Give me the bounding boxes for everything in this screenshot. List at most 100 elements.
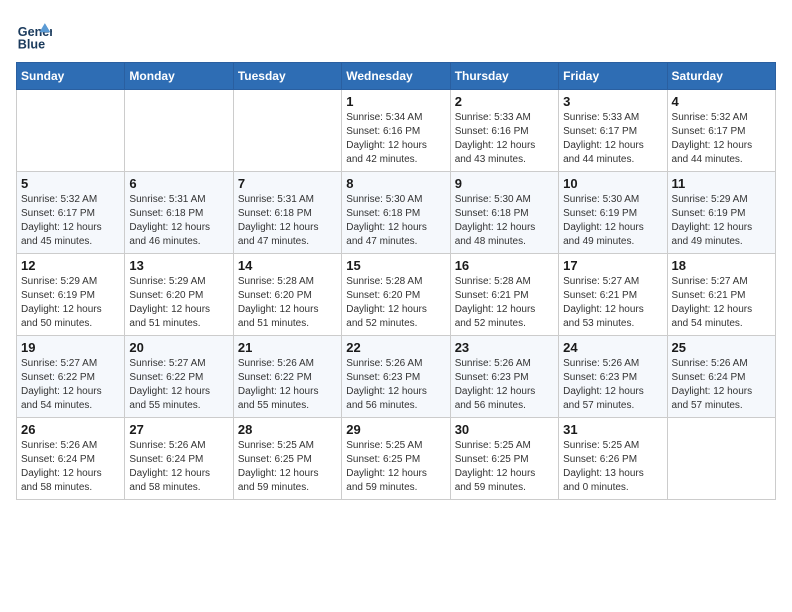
calendar-cell: 10 Sunrise: 5:30 AM Sunset: 6:19 PM Dayli…: [559, 172, 667, 254]
day-number: 30: [455, 422, 554, 437]
day-number: 29: [346, 422, 445, 437]
day-number: 22: [346, 340, 445, 355]
day-number: 6: [129, 176, 228, 191]
calendar-cell: 5 Sunrise: 5:32 AM Sunset: 6:17 PM Daylig…: [17, 172, 125, 254]
calendar-cell: 19Sunrise: 5:27 AM Sunset: 6:22 PM Dayli…: [17, 336, 125, 418]
weekday-header-tuesday: Tuesday: [233, 63, 341, 90]
calendar-cell: 30 Sunrise: 5:25 AM Sunset: 6:25 PM Dayli…: [450, 418, 558, 500]
calendar-cell: 18Sunrise: 5:27 AM Sunset: 6:21 PM Dayli…: [667, 254, 775, 336]
day-info: Sunrise: 5:26 AM Sunset: 6:24 PM Dayligh…: [21, 439, 120, 495]
calendar-cell: 24Sunrise: 5:26 AM Sunset: 6:23 PM Dayli…: [559, 336, 667, 418]
weekday-header-sunday: Sunday: [17, 63, 125, 90]
day-number: 10: [563, 176, 662, 191]
day-info: Sunrise: 5:34 AM Sunset: 6:16 PM Dayligh…: [346, 111, 445, 167]
calendar-cell: 8Sunrise: 5:30 AM Sunset: 6:18 PM Daylig…: [342, 172, 450, 254]
calendar-cell: 31 Sunrise: 5:25 AM Sunset: 6:26 PM Dayli…: [559, 418, 667, 500]
calendar-cell: 21 Sunrise: 5:26 AM Sunset: 6:22 PM Dayli…: [233, 336, 341, 418]
day-number: 31: [563, 422, 662, 437]
calendar-cell: 15 Sunrise: 5:28 AM Sunset: 6:20 PM Dayli…: [342, 254, 450, 336]
calendar-week-4: 19Sunrise: 5:27 AM Sunset: 6:22 PM Dayli…: [17, 336, 776, 418]
day-number: 14: [238, 258, 337, 273]
calendar-cell: 16 Sunrise: 5:28 AM Sunset: 6:21 PM Dayli…: [450, 254, 558, 336]
day-number: 26: [21, 422, 120, 437]
calendar-cell: [17, 90, 125, 172]
day-info: Sunrise: 5:27 AM Sunset: 6:21 PM Dayligh…: [563, 275, 662, 331]
day-number: 27: [129, 422, 228, 437]
day-number: 4: [672, 94, 771, 109]
calendar-cell: 9Sunrise: 5:30 AM Sunset: 6:18 PM Daylig…: [450, 172, 558, 254]
day-number: 7: [238, 176, 337, 191]
day-info: Sunrise: 5:31 AM Sunset: 6:18 PM Dayligh…: [129, 193, 228, 249]
calendar-cell: 1 Sunrise: 5:34 AM Sunset: 6:16 PM Daylig…: [342, 90, 450, 172]
logo-icon: General Blue: [16, 16, 52, 52]
calendar-cell: 28 Sunrise: 5:25 AM Sunset: 6:25 PM Dayli…: [233, 418, 341, 500]
weekday-header-row: SundayMondayTuesdayWednesdayThursdayFrid…: [17, 63, 776, 90]
day-info: Sunrise: 5:25 AM Sunset: 6:25 PM Dayligh…: [455, 439, 554, 495]
calendar-cell: 20 Sunrise: 5:27 AM Sunset: 6:22 PM Dayli…: [125, 336, 233, 418]
weekday-header-monday: Monday: [125, 63, 233, 90]
day-number: 23: [455, 340, 554, 355]
day-info: Sunrise: 5:27 AM Sunset: 6:21 PM Dayligh…: [672, 275, 771, 331]
day-number: 13: [129, 258, 228, 273]
day-info: Sunrise: 5:25 AM Sunset: 6:25 PM Dayligh…: [238, 439, 337, 495]
day-number: 24: [563, 340, 662, 355]
day-info: Sunrise: 5:33 AM Sunset: 6:16 PM Dayligh…: [455, 111, 554, 167]
day-info: Sunrise: 5:33 AM Sunset: 6:17 PM Dayligh…: [563, 111, 662, 167]
calendar-table: SundayMondayTuesdayWednesdayThursdayFrid…: [16, 62, 776, 500]
day-info: Sunrise: 5:26 AM Sunset: 6:23 PM Dayligh…: [346, 357, 445, 413]
day-info: Sunrise: 5:29 AM Sunset: 6:20 PM Dayligh…: [129, 275, 228, 331]
day-info: Sunrise: 5:26 AM Sunset: 6:24 PM Dayligh…: [672, 357, 771, 413]
day-number: 25: [672, 340, 771, 355]
calendar-cell: 3 Sunrise: 5:33 AM Sunset: 6:17 PM Daylig…: [559, 90, 667, 172]
day-number: 5: [21, 176, 120, 191]
day-number: 28: [238, 422, 337, 437]
day-info: Sunrise: 5:27 AM Sunset: 6:22 PM Dayligh…: [21, 357, 120, 413]
day-number: 3: [563, 94, 662, 109]
day-info: Sunrise: 5:29 AM Sunset: 6:19 PM Dayligh…: [672, 193, 771, 249]
day-number: 12: [21, 258, 120, 273]
day-info: Sunrise: 5:30 AM Sunset: 6:18 PM Dayligh…: [455, 193, 554, 249]
day-number: 2: [455, 94, 554, 109]
day-info: Sunrise: 5:28 AM Sunset: 6:20 PM Dayligh…: [346, 275, 445, 331]
calendar-cell: [667, 418, 775, 500]
calendar-cell: 12 Sunrise: 5:29 AM Sunset: 6:19 PM Dayli…: [17, 254, 125, 336]
calendar-week-3: 12 Sunrise: 5:29 AM Sunset: 6:19 PM Dayli…: [17, 254, 776, 336]
day-info: Sunrise: 5:26 AM Sunset: 6:22 PM Dayligh…: [238, 357, 337, 413]
day-info: Sunrise: 5:28 AM Sunset: 6:20 PM Dayligh…: [238, 275, 337, 331]
day-number: 15: [346, 258, 445, 273]
calendar-cell: [233, 90, 341, 172]
day-info: Sunrise: 5:29 AM Sunset: 6:19 PM Dayligh…: [21, 275, 120, 331]
day-info: Sunrise: 5:32 AM Sunset: 6:17 PM Dayligh…: [21, 193, 120, 249]
calendar-cell: 13 Sunrise: 5:29 AM Sunset: 6:20 PM Dayli…: [125, 254, 233, 336]
day-info: Sunrise: 5:25 AM Sunset: 6:26 PM Dayligh…: [563, 439, 662, 495]
day-number: 8: [346, 176, 445, 191]
calendar-cell: 2 Sunrise: 5:33 AM Sunset: 6:16 PM Daylig…: [450, 90, 558, 172]
weekday-header-thursday: Thursday: [450, 63, 558, 90]
day-number: 1: [346, 94, 445, 109]
calendar-cell: 25 Sunrise: 5:26 AM Sunset: 6:24 PM Dayli…: [667, 336, 775, 418]
weekday-header-friday: Friday: [559, 63, 667, 90]
day-number: 20: [129, 340, 228, 355]
day-number: 21: [238, 340, 337, 355]
day-info: Sunrise: 5:30 AM Sunset: 6:19 PM Dayligh…: [563, 193, 662, 249]
weekday-header-saturday: Saturday: [667, 63, 775, 90]
day-info: Sunrise: 5:32 AM Sunset: 6:17 PM Dayligh…: [672, 111, 771, 167]
calendar-cell: [125, 90, 233, 172]
weekday-header-wednesday: Wednesday: [342, 63, 450, 90]
day-number: 11: [672, 176, 771, 191]
logo: General Blue: [16, 16, 52, 52]
calendar-cell: 26 Sunrise: 5:26 AM Sunset: 6:24 PM Dayli…: [17, 418, 125, 500]
calendar-cell: 29Sunrise: 5:25 AM Sunset: 6:25 PM Dayli…: [342, 418, 450, 500]
calendar-cell: 4 Sunrise: 5:32 AM Sunset: 6:17 PM Daylig…: [667, 90, 775, 172]
calendar-cell: 7Sunrise: 5:31 AM Sunset: 6:18 PM Daylig…: [233, 172, 341, 254]
day-info: Sunrise: 5:27 AM Sunset: 6:22 PM Dayligh…: [129, 357, 228, 413]
calendar-week-1: 1 Sunrise: 5:34 AM Sunset: 6:16 PM Daylig…: [17, 90, 776, 172]
calendar-cell: 23Sunrise: 5:26 AM Sunset: 6:23 PM Dayli…: [450, 336, 558, 418]
svg-text:Blue: Blue: [18, 37, 45, 51]
calendar-cell: 11 Sunrise: 5:29 AM Sunset: 6:19 PM Dayli…: [667, 172, 775, 254]
day-number: 16: [455, 258, 554, 273]
day-info: Sunrise: 5:28 AM Sunset: 6:21 PM Dayligh…: [455, 275, 554, 331]
day-info: Sunrise: 5:26 AM Sunset: 6:24 PM Dayligh…: [129, 439, 228, 495]
calendar-cell: 6 Sunrise: 5:31 AM Sunset: 6:18 PM Daylig…: [125, 172, 233, 254]
calendar-cell: 17Sunrise: 5:27 AM Sunset: 6:21 PM Dayli…: [559, 254, 667, 336]
